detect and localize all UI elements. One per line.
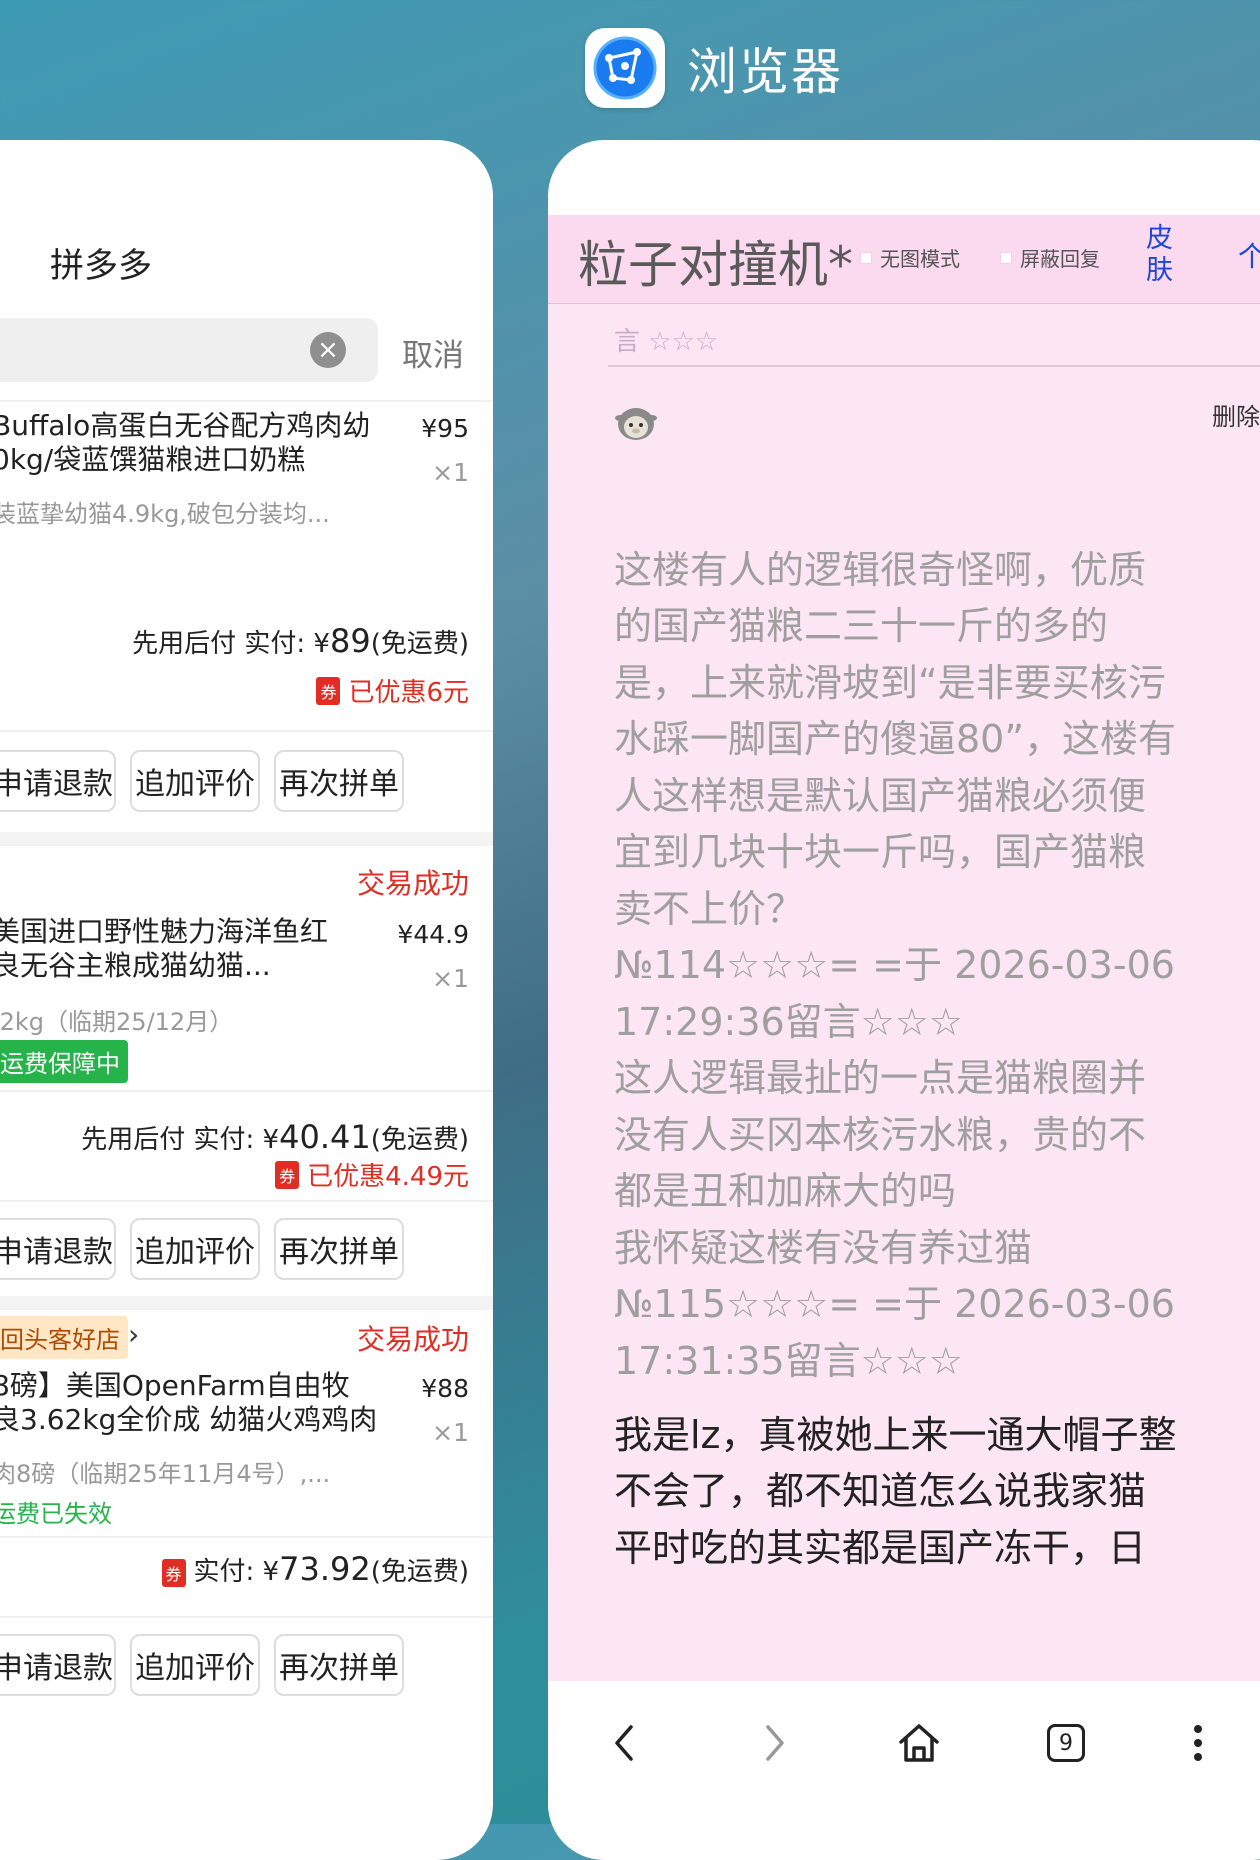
close-circle-icon[interactable]: × (310, 332, 346, 368)
section-divider (0, 1296, 493, 1310)
product-price: ¥44.9 (397, 920, 469, 949)
app-card-browser[interactable]: 粒子对撞机* 无图模式 屏蔽回复 皮肤 个 言 ☆☆☆ 删除 这楼有人的逻辑很奇… (548, 140, 1260, 1860)
paid-amount: 券实付: ¥73.92(免运费) (161, 1550, 469, 1588)
divider (0, 1090, 493, 1092)
skin-link[interactable]: 皮肤 (1146, 223, 1176, 287)
coupon-icon: 券 (275, 1160, 300, 1189)
reply-line: 不会了，都不知道怎么说我家猫 (614, 1469, 1147, 1513)
reorder-button[interactable]: 再次拼单 (274, 750, 404, 812)
post-line: 人这样想是默认国产猫粮必须便 (614, 774, 1147, 818)
post-line: 的国产猫粮二三十一斤的多的 (614, 604, 1109, 648)
site-header: 粒子对撞机* 无图模式 屏蔽回复 皮肤 个 (548, 215, 1260, 304)
sheep-avatar-icon (615, 408, 657, 440)
site-title[interactable]: 粒子对撞机* (578, 225, 853, 297)
chevron-right-icon (766, 1725, 784, 1761)
app-switcher-header[interactable]: 浏览器 (585, 28, 843, 108)
back-button[interactable] (594, 1713, 654, 1773)
personal-link[interactable]: 个 (1238, 235, 1260, 275)
reorder-button[interactable]: 再次拼单 (274, 1218, 404, 1280)
forward-button[interactable] (745, 1713, 805, 1773)
product-qty: ×1 (432, 964, 469, 993)
page-title: 拼多多 (50, 246, 152, 286)
shipping-guarantee-badge: 运费保障中 (0, 1040, 128, 1083)
product-spec: 肉8磅（临期25年11月4号）,... (0, 1460, 331, 1488)
divider (0, 1200, 493, 1202)
product-price: ¥95 (421, 414, 469, 443)
product-name[interactable]: 良3.62kg全价成 幼猫火鸡鸡肉 (0, 1400, 377, 1440)
previous-post-footer: 言 ☆☆☆ (614, 327, 719, 357)
more-vertical-icon (1194, 1725, 1202, 1761)
add-review-button[interactable]: 追加评价 (130, 1218, 260, 1280)
divider (608, 365, 1260, 367)
product-spec: 装蓝挚幼猫4.9kg,破包分装均... (0, 500, 330, 528)
add-review-button[interactable]: 追加评价 (130, 750, 260, 812)
refund-button[interactable]: 申请退款 (0, 1634, 116, 1696)
no-image-mode-option[interactable]: 无图模式 (860, 243, 960, 272)
app-card-pinduoduo[interactable]: 拼多多 × 取消 Buffalo高蛋白无谷配方鸡肉幼 0kg/袋蓝馔猫粮进口奶糕… (0, 140, 493, 1860)
checkbox[interactable] (860, 251, 872, 264)
reorder-button[interactable]: 再次拼单 (274, 1634, 404, 1696)
block-replies-option[interactable]: 屏蔽回复 (1000, 243, 1100, 272)
reply-line: 我是lz，真被她上来一通大帽子整 (614, 1413, 1177, 1457)
browser-toolbar: 9 (548, 1681, 1260, 1811)
product-qty: ×1 (432, 458, 469, 487)
post-line: 宜到几块十块一斤吗，国产猫粮 (614, 830, 1147, 874)
divider (0, 1536, 493, 1538)
shop-tag[interactable]: 回头客好店 (0, 1316, 128, 1359)
section-divider (0, 832, 493, 846)
coupon-icon: 券 (161, 1559, 186, 1587)
post-meta: №115☆☆☆= =于 2026-03-06 (614, 1282, 1175, 1326)
discount-badge: 券已优惠4.49元 (275, 1156, 469, 1193)
tab-count: 9 (1047, 1724, 1085, 1762)
post-line: 卖不上价？ (614, 887, 805, 931)
coupon-icon: 券 (316, 676, 341, 705)
home-button[interactable] (889, 1713, 949, 1773)
product-name[interactable]: 良无谷主粮成猫幼猫... (0, 946, 271, 986)
paid-amount: 先用后付 实付: ¥40.41(免运费) (81, 1118, 469, 1156)
delete-link[interactable]: 删除 (1212, 397, 1260, 432)
menu-button[interactable] (1168, 1713, 1228, 1773)
browser-compass-icon (585, 28, 665, 108)
refund-button[interactable]: 申请退款 (0, 1218, 116, 1280)
chevron-right-icon[interactable]: › (128, 1318, 139, 1351)
post-line: 这楼有人的逻辑很奇怪啊，优质 (614, 548, 1147, 592)
checkbox[interactable] (1000, 251, 1012, 264)
post-meta: №114☆☆☆= =于 2026-03-06 (614, 943, 1175, 987)
chevron-left-icon (615, 1725, 633, 1761)
reply-line: 平时吃的其实都是国产冻干，日 (614, 1526, 1147, 1570)
add-review-button[interactable]: 追加评价 (130, 1634, 260, 1696)
paid-amount: 先用后付 实付: ¥89(免运费) (132, 622, 469, 660)
order-status: 交易成功 (356, 1323, 469, 1356)
divider (0, 1616, 493, 1618)
post-meta: 17:31:35留言☆☆☆ (614, 1339, 963, 1383)
divider (0, 730, 493, 732)
tabs-button[interactable]: 9 (1036, 1713, 1096, 1773)
product-name[interactable]: 0kg/袋蓝馔猫粮进口奶糕 (0, 440, 305, 480)
home-icon (899, 1724, 939, 1762)
product-spec: .2kg（临期25/12月） (0, 1008, 234, 1036)
refund-button[interactable]: 申请退款 (0, 750, 116, 812)
post-line: 水踩一脚国产的傻逼80”，这楼有 (614, 717, 1177, 761)
discount-badge: 券已优惠6元 (316, 672, 469, 709)
post-line: 是，上来就滑坡到“是非要买核污 (614, 661, 1166, 705)
product-qty: ×1 (432, 1418, 469, 1447)
post-line: 没有人买冈本核污水粮，贵的不 (614, 1113, 1147, 1157)
order-status: 交易成功 (356, 867, 469, 900)
post-line: 我怀疑这楼有没有养过猫 (614, 1226, 1033, 1270)
app-title: 浏览器 (687, 43, 843, 101)
divider (0, 400, 493, 402)
cancel-button[interactable]: 取消 (402, 330, 464, 375)
product-price: ¥88 (421, 1374, 469, 1403)
post-line: 这人逻辑最扯的一点是猫粮圈并 (614, 1056, 1147, 1100)
shipping-expired-label: 运费已失效 (0, 1500, 112, 1528)
post-line: 都是丑和加麻大的吗 (614, 1169, 957, 1213)
post-meta: 17:29:36留言☆☆☆ (614, 1000, 963, 1044)
web-page[interactable]: 粒子对撞机* 无图模式 屏蔽回复 皮肤 个 言 ☆☆☆ 删除 这楼有人的逻辑很奇… (548, 215, 1260, 1681)
